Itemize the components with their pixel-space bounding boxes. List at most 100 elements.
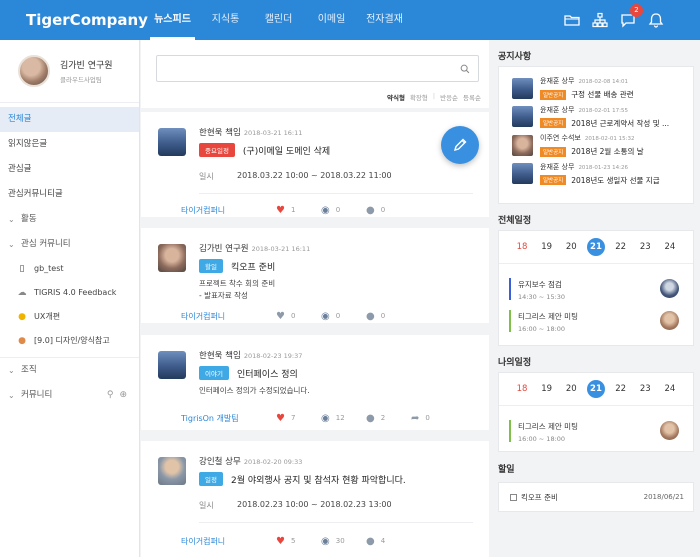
- post-title[interactable]: 킥오프 준비: [231, 260, 275, 273]
- community-label: TIGRIS 4.0 Feedback: [34, 288, 117, 297]
- heart-icon: ♥: [276, 204, 285, 216]
- sidebar-group-community[interactable]: ⌄ 커뮤니티 ⚲ ⊕: [0, 383, 139, 408]
- like-count[interactable]: ♥ 0: [276, 311, 321, 322]
- nav-email[interactable]: 이메일: [305, 0, 358, 40]
- post-title[interactable]: 인터페이스 정의: [237, 367, 298, 380]
- org-chart-icon[interactable]: [592, 12, 608, 28]
- author-avatar: [512, 77, 533, 99]
- comment-count[interactable]: ● 4: [366, 536, 411, 547]
- post-author: 한현욱 책임: [199, 128, 241, 138]
- profile-name: 김가빈 연구원: [60, 61, 113, 71]
- author-avatar: [512, 106, 533, 128]
- post-community[interactable]: TigrisOn 개발팀: [181, 413, 276, 424]
- todo-item[interactable]: 킥오프 준비 2018/06/21: [499, 483, 693, 511]
- comment-count[interactable]: ● 2: [366, 413, 411, 424]
- share-count[interactable]: ➦ 0: [411, 413, 456, 424]
- notice-item[interactable]: 이주연 수석보 2018-02-01 15:32 일반공지 2018년 2월 소통의…: [499, 131, 693, 160]
- day-cell-selected[interactable]: 21: [586, 380, 605, 398]
- sidebar-group-interest[interactable]: ⌄ 관심 커뮤니티: [0, 232, 139, 257]
- chat-icon[interactable]: 2: [620, 4, 643, 28]
- schedule-event[interactable]: 티그리스 제안 미팅 16:00 ~ 18:00: [499, 304, 693, 336]
- notice-author: 윤재훈 상무: [540, 105, 575, 114]
- view-count: ◉ 30: [321, 535, 345, 547]
- sidebar-item-community[interactable]: ▯ gb_test: [0, 257, 139, 281]
- sidebar-item-community[interactable]: ● UX개편: [0, 305, 139, 329]
- bell-icon[interactable]: [648, 12, 664, 28]
- chevron-down-icon: ⌄: [8, 240, 15, 249]
- post-text-line: 인터페이스 정의가 수정되었습니다.: [199, 386, 310, 395]
- feed-post[interactable]: 한현욱 책임 2018-02-23 19:37 이야기 인터페이스 정의 인터페이…: [141, 335, 489, 430]
- post-title[interactable]: (구)이메일 도메인 삭제: [243, 144, 330, 157]
- view-compact[interactable]: 약식형: [387, 92, 405, 102]
- like-count[interactable]: ♥ 1: [276, 205, 321, 216]
- notice-date: 2018-02-08 14:01: [578, 79, 628, 86]
- todo-checkbox[interactable]: [510, 493, 517, 501]
- search-input[interactable]: [165, 64, 460, 73]
- post-community[interactable]: 타이거컴퍼니: [181, 205, 276, 216]
- sidebar-item-favorite[interactable]: 관심글: [0, 157, 139, 182]
- sidebar-item-community[interactable]: ● [9.0] 디자인/양식참고: [0, 329, 139, 353]
- day-cell[interactable]: 20: [562, 380, 580, 398]
- schedule-event[interactable]: 티그리스 제안 미팅 16:00 ~ 18:00: [499, 414, 693, 446]
- day-cell[interactable]: 20: [562, 238, 580, 256]
- day-cell[interactable]: 24: [661, 238, 679, 256]
- sidebar-item-unread[interactable]: 읽지않은글: [0, 132, 139, 157]
- day-cell[interactable]: 18: [513, 238, 531, 256]
- day-cell[interactable]: 19: [538, 238, 556, 256]
- author-avatar: [158, 457, 186, 485]
- notice-item[interactable]: 윤재훈 상무 2018-02-08 14:01 일반공지 구정 선물 배송 관련: [499, 74, 693, 103]
- like-count[interactable]: ♥ 7: [276, 413, 321, 424]
- feed-post[interactable]: 강인철 상무 2018-02-20 09:33 일정 2월 야외행사 공지 및 참…: [141, 441, 489, 557]
- feed-post[interactable]: 한현욱 책임 2018-03-21 16:11 중요일정 (구)이메일 도메인 삭…: [141, 112, 489, 217]
- sidebar-group-org[interactable]: ⌄ 조직: [0, 358, 139, 383]
- write-post-button[interactable]: [441, 126, 479, 164]
- day-cell[interactable]: 19: [538, 380, 556, 398]
- notice-item[interactable]: 윤재훈 상무 2018-01-23 14:26 일반공지 2018년도 생일자 선물…: [499, 160, 693, 189]
- schedule-event[interactable]: 유지보수 점검 14:30 ~ 15:30: [499, 272, 693, 304]
- add-circle-icon[interactable]: ⊕: [119, 383, 127, 408]
- community-label: [9.0] 디자인/양식참고: [34, 336, 110, 345]
- nav-calendar[interactable]: 캘린더: [252, 0, 305, 40]
- todo-date: 2018/06/21: [643, 493, 684, 501]
- day-cell[interactable]: 23: [636, 380, 654, 398]
- nav-newsfeed[interactable]: 뉴스피드: [146, 0, 199, 40]
- post-community[interactable]: 타이거컴퍼니: [181, 536, 276, 547]
- post-title[interactable]: 2월 야외행사 공지 및 참석자 현황 파악합니다.: [231, 473, 406, 486]
- day-cell[interactable]: 18: [513, 380, 531, 398]
- notice-title-text: 구정 선물 배송 관련: [571, 90, 634, 100]
- folder-icon[interactable]: [564, 12, 580, 28]
- chevron-down-icon: ⌄: [8, 391, 15, 400]
- all-schedule-panel: 18 19 20 21 22 23 24 유지보수 점검 14:30 ~ 15:…: [498, 230, 694, 346]
- sort-registered[interactable]: 등록순: [463, 92, 481, 102]
- nav-knowledge[interactable]: 지식통: [199, 0, 252, 40]
- nav-approval[interactable]: 전자결재: [358, 0, 411, 40]
- sidebar-group-activity[interactable]: ⌄ 활동: [0, 207, 139, 232]
- sidebar-item-community[interactable]: ☁ TIGRIS 4.0 Feedback: [0, 281, 139, 305]
- brand-logo[interactable]: TigerCompany: [26, 11, 148, 29]
- day-cell[interactable]: 24: [661, 380, 679, 398]
- day-cell-selected[interactable]: 21: [586, 238, 605, 256]
- day-cell[interactable]: 23: [636, 238, 654, 256]
- day-cell[interactable]: 22: [612, 238, 630, 256]
- share-icon: ➦: [411, 412, 420, 424]
- chevron-down-icon: ⌄: [8, 215, 15, 224]
- view-expanded[interactable]: 확장형: [410, 92, 428, 102]
- search-icon[interactable]: [460, 64, 470, 74]
- avatar: [660, 421, 679, 440]
- notice-item[interactable]: 윤재훈 상무 2018-02-01 17:55 일반공지 2018년 근로계약서 작…: [499, 103, 693, 132]
- feed-post[interactable]: 김가빈 연구원 2018-03-21 16:11 할일 킥오프 준비 프로젝트 착…: [141, 228, 489, 323]
- sort-reaction[interactable]: 반응순: [440, 92, 458, 102]
- todo-title: 할일: [498, 465, 515, 475]
- notice-title-text: 2018년 근로계약서 작성 및 ...: [571, 118, 670, 128]
- search-icon[interactable]: ⚲: [107, 383, 114, 408]
- day-cell[interactable]: 22: [612, 380, 630, 398]
- comment-count[interactable]: ● 0: [366, 311, 411, 322]
- sidebar-item-all[interactable]: 전체글: [0, 107, 139, 132]
- group-label: 커뮤니티: [21, 390, 53, 400]
- post-community[interactable]: 타이거컴퍼니: [181, 311, 276, 322]
- comment-count[interactable]: ● 0: [366, 205, 411, 216]
- sidebar-item-favorite-community[interactable]: 관심커뮤니티글: [0, 182, 139, 207]
- profile-card[interactable]: 김가빈 연구원 클라우드사업팀: [0, 40, 139, 103]
- all-schedule-title: 전체일정: [498, 216, 532, 226]
- like-count[interactable]: ♥ 5: [276, 536, 321, 547]
